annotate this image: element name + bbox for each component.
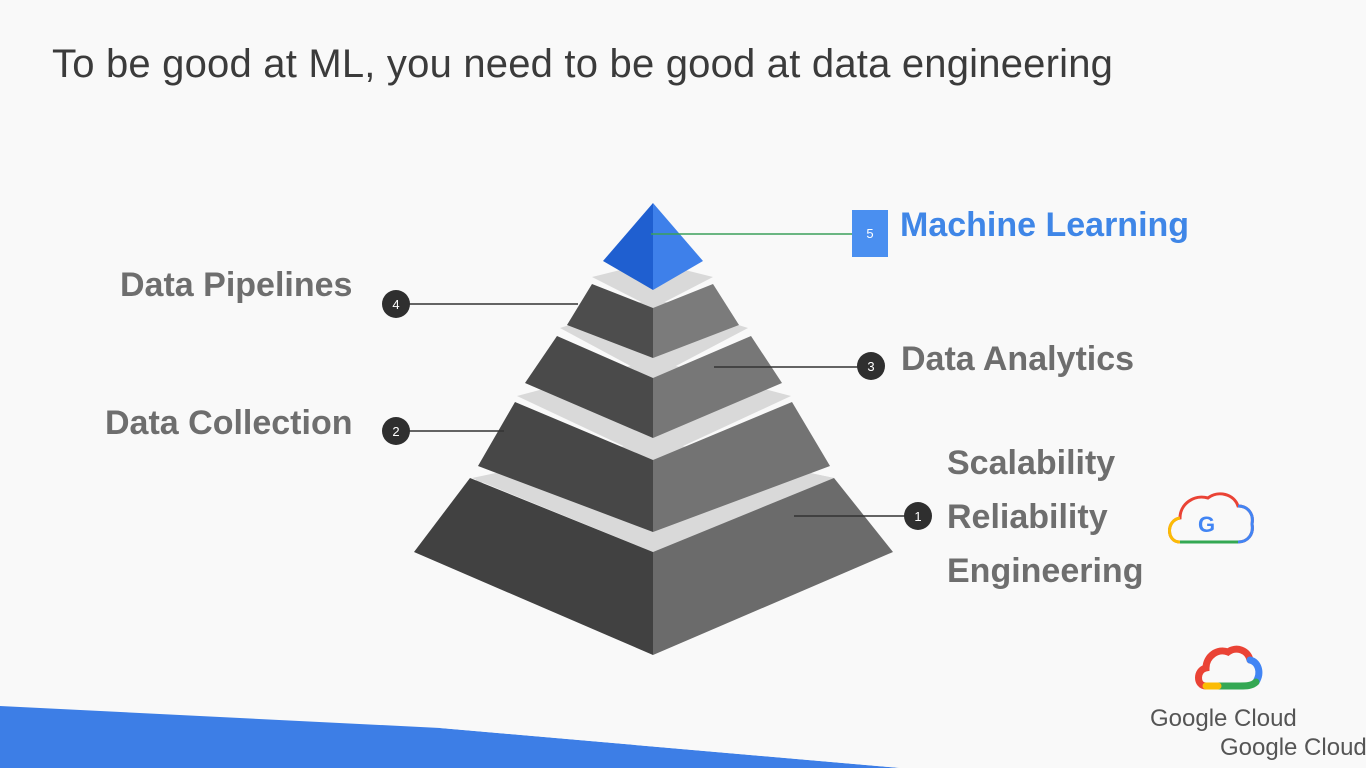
label-data-analytics: Data Analytics <box>901 340 1135 378</box>
label-reliability: Reliability <box>947 498 1108 536</box>
svg-text:G: G <box>1198 512 1215 537</box>
layer-1-badge: 1 <box>904 502 932 530</box>
label-scalability: Scalability <box>947 444 1116 482</box>
label-engineering: Engineering <box>947 552 1144 590</box>
layer-5-badge: 5 <box>852 210 888 257</box>
google-cloud-logo-icon <box>1195 645 1263 690</box>
google-cloud-g-icon: G <box>1168 492 1254 544</box>
layer-4-badge: 4 <box>382 290 410 318</box>
pyramid-diagram: G <box>0 203 1366 768</box>
label-machine-learning: Machine Learning <box>900 206 1190 244</box>
google-cloud-wordmark: Google Cloud <box>1150 705 1297 732</box>
slide: To be good at ML, you need to be good at… <box>0 0 1366 768</box>
label-data-collection: Data Collection <box>105 404 353 442</box>
layer-3-badge: 3 <box>857 352 885 380</box>
label-data-pipelines: Data Pipelines <box>120 266 353 304</box>
label-foundation-stack: Scalability Reliability Engineering <box>947 436 1143 598</box>
layer-2-badge: 2 <box>382 417 410 445</box>
google-cloud-wordmark-2: Google Cloud <box>1220 734 1366 761</box>
